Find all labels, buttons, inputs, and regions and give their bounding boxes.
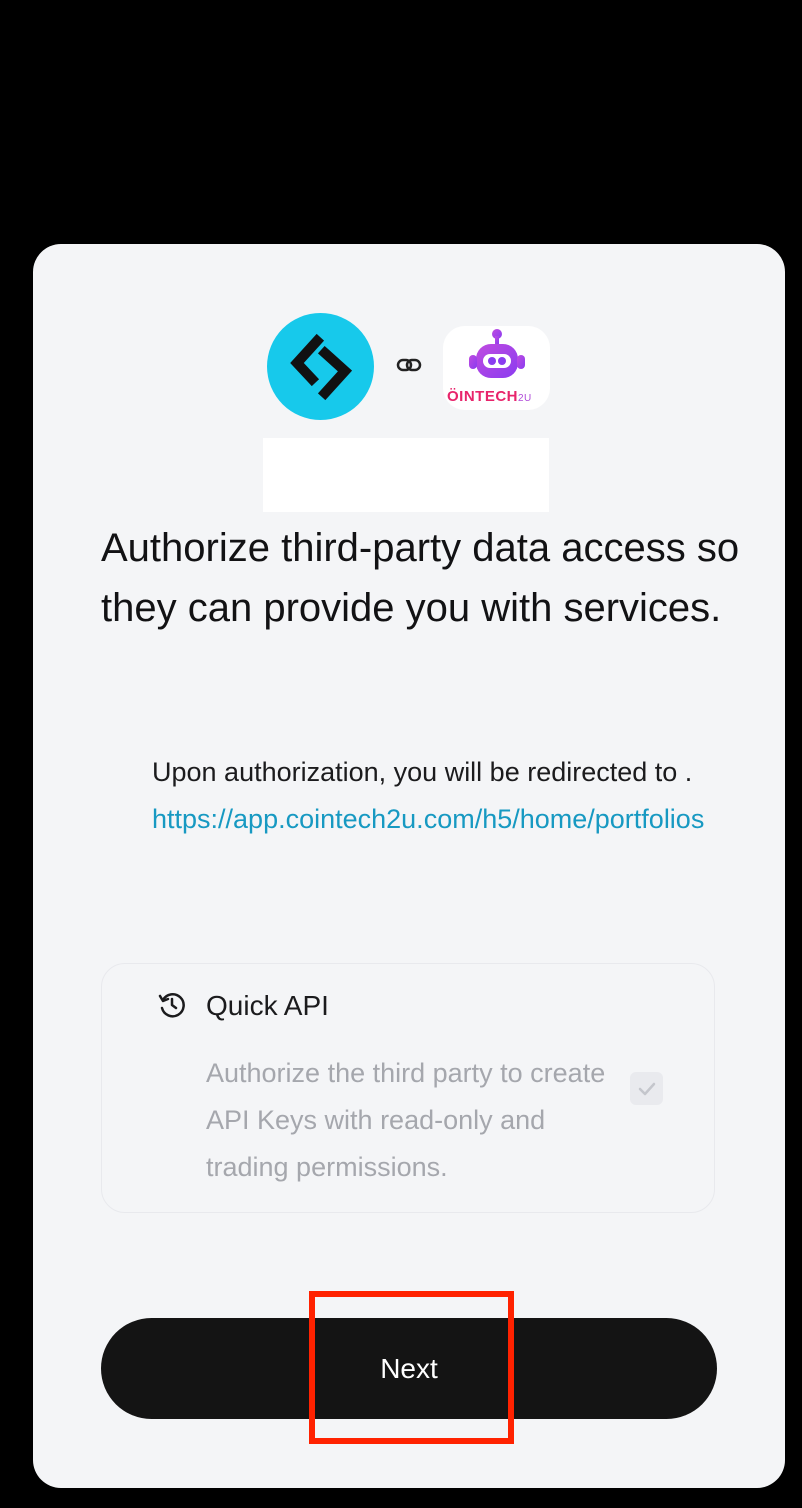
quick-api-title: Quick API — [206, 990, 329, 1021]
cointech2u-logo-icon: ÖINTECH2U — [443, 326, 550, 410]
link-icon — [396, 355, 422, 375]
app-name-redacted — [263, 438, 549, 512]
quick-api-option[interactable]: Quick API Authorize the third party to c… — [101, 963, 715, 1213]
redirect-url-link[interactable]: https://app.cointech2u.com/h5/home/portf… — [152, 796, 785, 843]
quick-api-description: Authorize the third party to create API … — [206, 1058, 606, 1182]
redirect-notice: Upon authorization, you will be redirect… — [152, 749, 785, 843]
checkmark-icon — [638, 1082, 655, 1095]
authorization-card: ÖINTECH2U Authorize third-party data acc… — [33, 244, 785, 1488]
quick-api-checkbox[interactable] — [630, 1072, 663, 1105]
bitget-logo-icon — [267, 313, 374, 420]
cointech2u-wordmark: ÖINTECH2U — [447, 388, 532, 405]
page-title: Authorize third-party data access so the… — [101, 526, 740, 630]
next-button[interactable]: Next — [101, 1318, 717, 1419]
redirect-text: Upon authorization, you will be redirect… — [152, 757, 693, 787]
clock-refresh-icon — [158, 991, 186, 1019]
